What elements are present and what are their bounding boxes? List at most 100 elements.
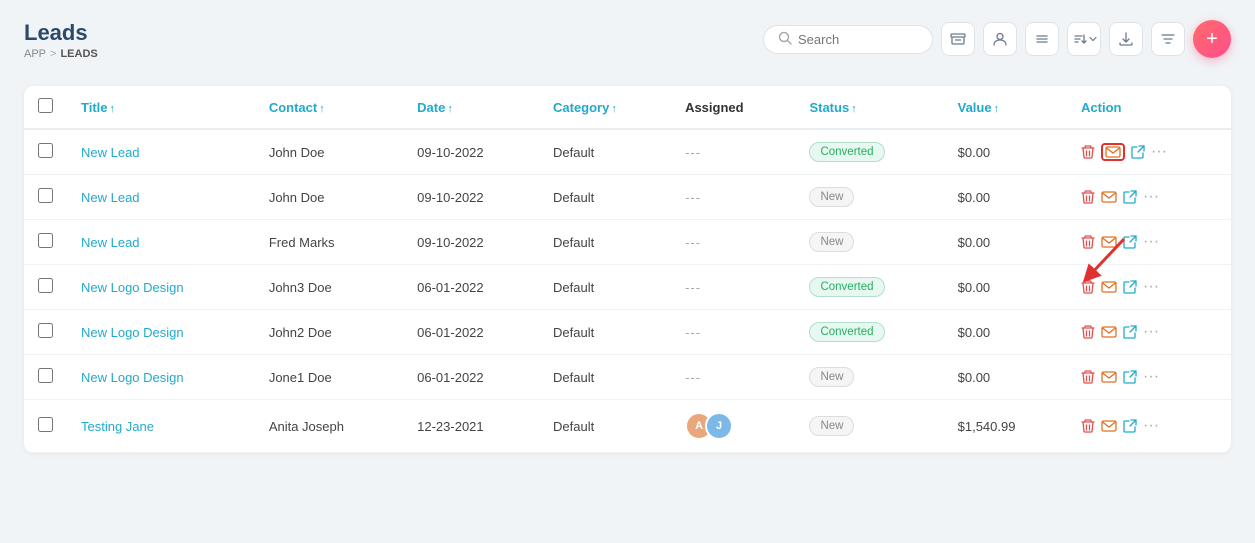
contact-sort-arrow: ↑ bbox=[319, 103, 325, 115]
header-category[interactable]: Category↑ bbox=[539, 86, 671, 129]
more-options-icon[interactable]: ··· bbox=[1143, 233, 1159, 251]
email-icon[interactable] bbox=[1101, 281, 1117, 293]
action-cell: ··· bbox=[1081, 233, 1217, 251]
row-contact: John2 Doe bbox=[255, 310, 403, 355]
row-category: Default bbox=[539, 400, 671, 453]
select-all-checkbox[interactable] bbox=[38, 98, 53, 113]
assigned-value: --- bbox=[685, 190, 701, 205]
delete-icon[interactable] bbox=[1081, 369, 1095, 385]
value-sort-arrow: ↑ bbox=[994, 103, 1000, 115]
action-cell: ··· bbox=[1081, 188, 1217, 206]
row-contact: John Doe bbox=[255, 129, 403, 175]
email-icon[interactable] bbox=[1101, 236, 1117, 248]
row-contact: Fred Marks bbox=[255, 220, 403, 265]
delete-icon[interactable] bbox=[1081, 234, 1095, 250]
row-value: $1,540.99 bbox=[944, 400, 1067, 453]
header-contact[interactable]: Contact↑ bbox=[255, 86, 403, 129]
list-button[interactable] bbox=[1025, 22, 1059, 56]
table-row: New Lead Fred Marks 09-10-2022 Default -… bbox=[24, 220, 1231, 265]
external-link-icon[interactable] bbox=[1123, 235, 1137, 249]
assigned-value: --- bbox=[685, 325, 701, 340]
email-icon[interactable] bbox=[1101, 191, 1117, 203]
row-status: Converted bbox=[795, 265, 943, 310]
table-row: New Logo Design John3 Doe 06-01-2022 Def… bbox=[24, 265, 1231, 310]
delete-icon[interactable] bbox=[1081, 324, 1095, 340]
toolbar: + bbox=[763, 20, 1231, 58]
title-link[interactable]: New Logo Design bbox=[81, 370, 184, 385]
value-amount: $0.00 bbox=[958, 190, 991, 205]
contacts-button[interactable] bbox=[983, 22, 1017, 56]
search-input[interactable] bbox=[798, 32, 918, 47]
row-checkbox[interactable] bbox=[38, 368, 53, 383]
title-link[interactable]: New Lead bbox=[81, 235, 140, 250]
row-category: Default bbox=[539, 355, 671, 400]
row-category: Default bbox=[539, 129, 671, 175]
row-checkbox[interactable] bbox=[38, 143, 53, 158]
header-status[interactable]: Status↑ bbox=[795, 86, 943, 129]
add-button[interactable]: + bbox=[1193, 20, 1231, 58]
more-options-icon[interactable]: ··· bbox=[1143, 278, 1159, 296]
email-icon[interactable] bbox=[1101, 326, 1117, 338]
contact-value: John2 Doe bbox=[269, 325, 332, 340]
row-assigned: --- bbox=[671, 129, 795, 175]
title-link[interactable]: New Logo Design bbox=[81, 325, 184, 340]
email-icon[interactable] bbox=[1101, 371, 1117, 383]
date-sort-arrow: ↑ bbox=[447, 103, 453, 115]
email-icon[interactable] bbox=[1101, 143, 1125, 161]
row-title: Testing Jane bbox=[67, 400, 255, 453]
delete-icon[interactable] bbox=[1081, 418, 1095, 434]
page-title: Leads bbox=[24, 20, 98, 46]
status-badge: New bbox=[809, 187, 854, 207]
external-link-icon[interactable] bbox=[1123, 370, 1137, 384]
avatar: J bbox=[705, 412, 733, 440]
archive-button[interactable] bbox=[941, 22, 975, 56]
contact-value: Fred Marks bbox=[269, 235, 335, 250]
row-checkbox[interactable] bbox=[38, 323, 53, 338]
row-date: 06-01-2022 bbox=[403, 355, 539, 400]
header-assigned: Assigned bbox=[671, 86, 795, 129]
row-checkbox[interactable] bbox=[38, 417, 53, 432]
external-link-icon[interactable] bbox=[1123, 419, 1137, 433]
external-link-icon[interactable] bbox=[1131, 145, 1145, 159]
value-amount: $0.00 bbox=[958, 235, 991, 250]
search-box[interactable] bbox=[763, 25, 933, 54]
external-link-icon[interactable] bbox=[1123, 325, 1137, 339]
download-button[interactable] bbox=[1109, 22, 1143, 56]
sort-button[interactable] bbox=[1067, 22, 1101, 56]
external-link-icon[interactable] bbox=[1123, 280, 1137, 294]
assigned-value: --- bbox=[685, 145, 701, 160]
delete-icon[interactable] bbox=[1081, 279, 1095, 295]
row-status: New bbox=[795, 175, 943, 220]
value-amount: $0.00 bbox=[958, 370, 991, 385]
row-checkbox[interactable] bbox=[38, 278, 53, 293]
contact-value: Anita Joseph bbox=[269, 419, 344, 434]
header-title[interactable]: Title↑ bbox=[67, 86, 255, 129]
more-options-icon[interactable]: ··· bbox=[1143, 188, 1159, 206]
more-options-icon[interactable]: ··· bbox=[1143, 323, 1159, 341]
row-title: New Lead bbox=[67, 175, 255, 220]
more-options-icon[interactable]: ··· bbox=[1143, 417, 1159, 435]
delete-icon[interactable] bbox=[1081, 144, 1095, 160]
external-link-icon[interactable] bbox=[1123, 190, 1137, 204]
delete-icon[interactable] bbox=[1081, 189, 1095, 205]
email-icon[interactable] bbox=[1101, 420, 1117, 432]
category-value: Default bbox=[553, 419, 594, 434]
row-title: New Logo Design bbox=[67, 310, 255, 355]
title-link[interactable]: New Logo Design bbox=[81, 280, 184, 295]
header-checkbox-cell bbox=[24, 86, 67, 129]
row-date: 12-23-2021 bbox=[403, 400, 539, 453]
row-value: $0.00 bbox=[944, 220, 1067, 265]
title-link[interactable]: Testing Jane bbox=[81, 419, 154, 434]
more-options-icon[interactable]: ··· bbox=[1151, 143, 1167, 161]
header-value[interactable]: Value↑ bbox=[944, 86, 1067, 129]
header-date[interactable]: Date↑ bbox=[403, 86, 539, 129]
assigned-value: --- bbox=[685, 235, 701, 250]
title-link[interactable]: New Lead bbox=[81, 145, 140, 160]
row-checkbox[interactable] bbox=[38, 188, 53, 203]
more-options-icon[interactable]: ··· bbox=[1143, 368, 1159, 386]
table-row: New Logo Design John2 Doe 06-01-2022 Def… bbox=[24, 310, 1231, 355]
title-link[interactable]: New Lead bbox=[81, 190, 140, 205]
row-checkbox[interactable] bbox=[38, 233, 53, 248]
status-badge: Converted bbox=[809, 322, 884, 342]
filter-button[interactable] bbox=[1151, 22, 1185, 56]
